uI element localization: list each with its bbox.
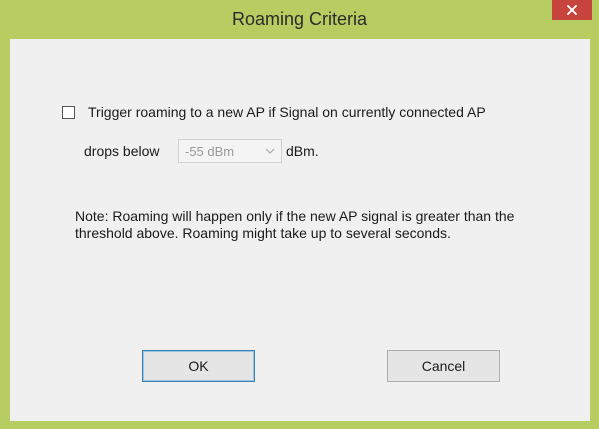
drops-below-label: drops below <box>84 143 160 159</box>
window-title: Roaming Criteria <box>231 9 368 29</box>
trigger-roaming-label: Trigger roaming to a new AP if Signal on… <box>88 104 486 120</box>
close-button[interactable] <box>552 0 592 20</box>
threshold-select-value: -55 dBm <box>185 144 235 159</box>
dbm-unit-label: dBm. <box>286 143 319 159</box>
chevron-down-icon <box>265 148 275 154</box>
cancel-button[interactable]: Cancel <box>387 350 500 382</box>
dialog-window: Roaming Criteria Trigger roaming to a ne… <box>0 0 599 429</box>
close-icon <box>567 5 577 15</box>
ok-button[interactable]: OK <box>142 350 255 382</box>
dialog-client-area: Trigger roaming to a new AP if Signal on… <box>10 39 590 421</box>
threshold-select[interactable]: -55 dBm <box>178 139 282 163</box>
roaming-note: Note: Roaming will happen only if the ne… <box>75 208 515 241</box>
trigger-roaming-checkbox[interactable] <box>62 106 75 119</box>
title-bar[interactable]: Roaming Criteria <box>0 0 599 38</box>
